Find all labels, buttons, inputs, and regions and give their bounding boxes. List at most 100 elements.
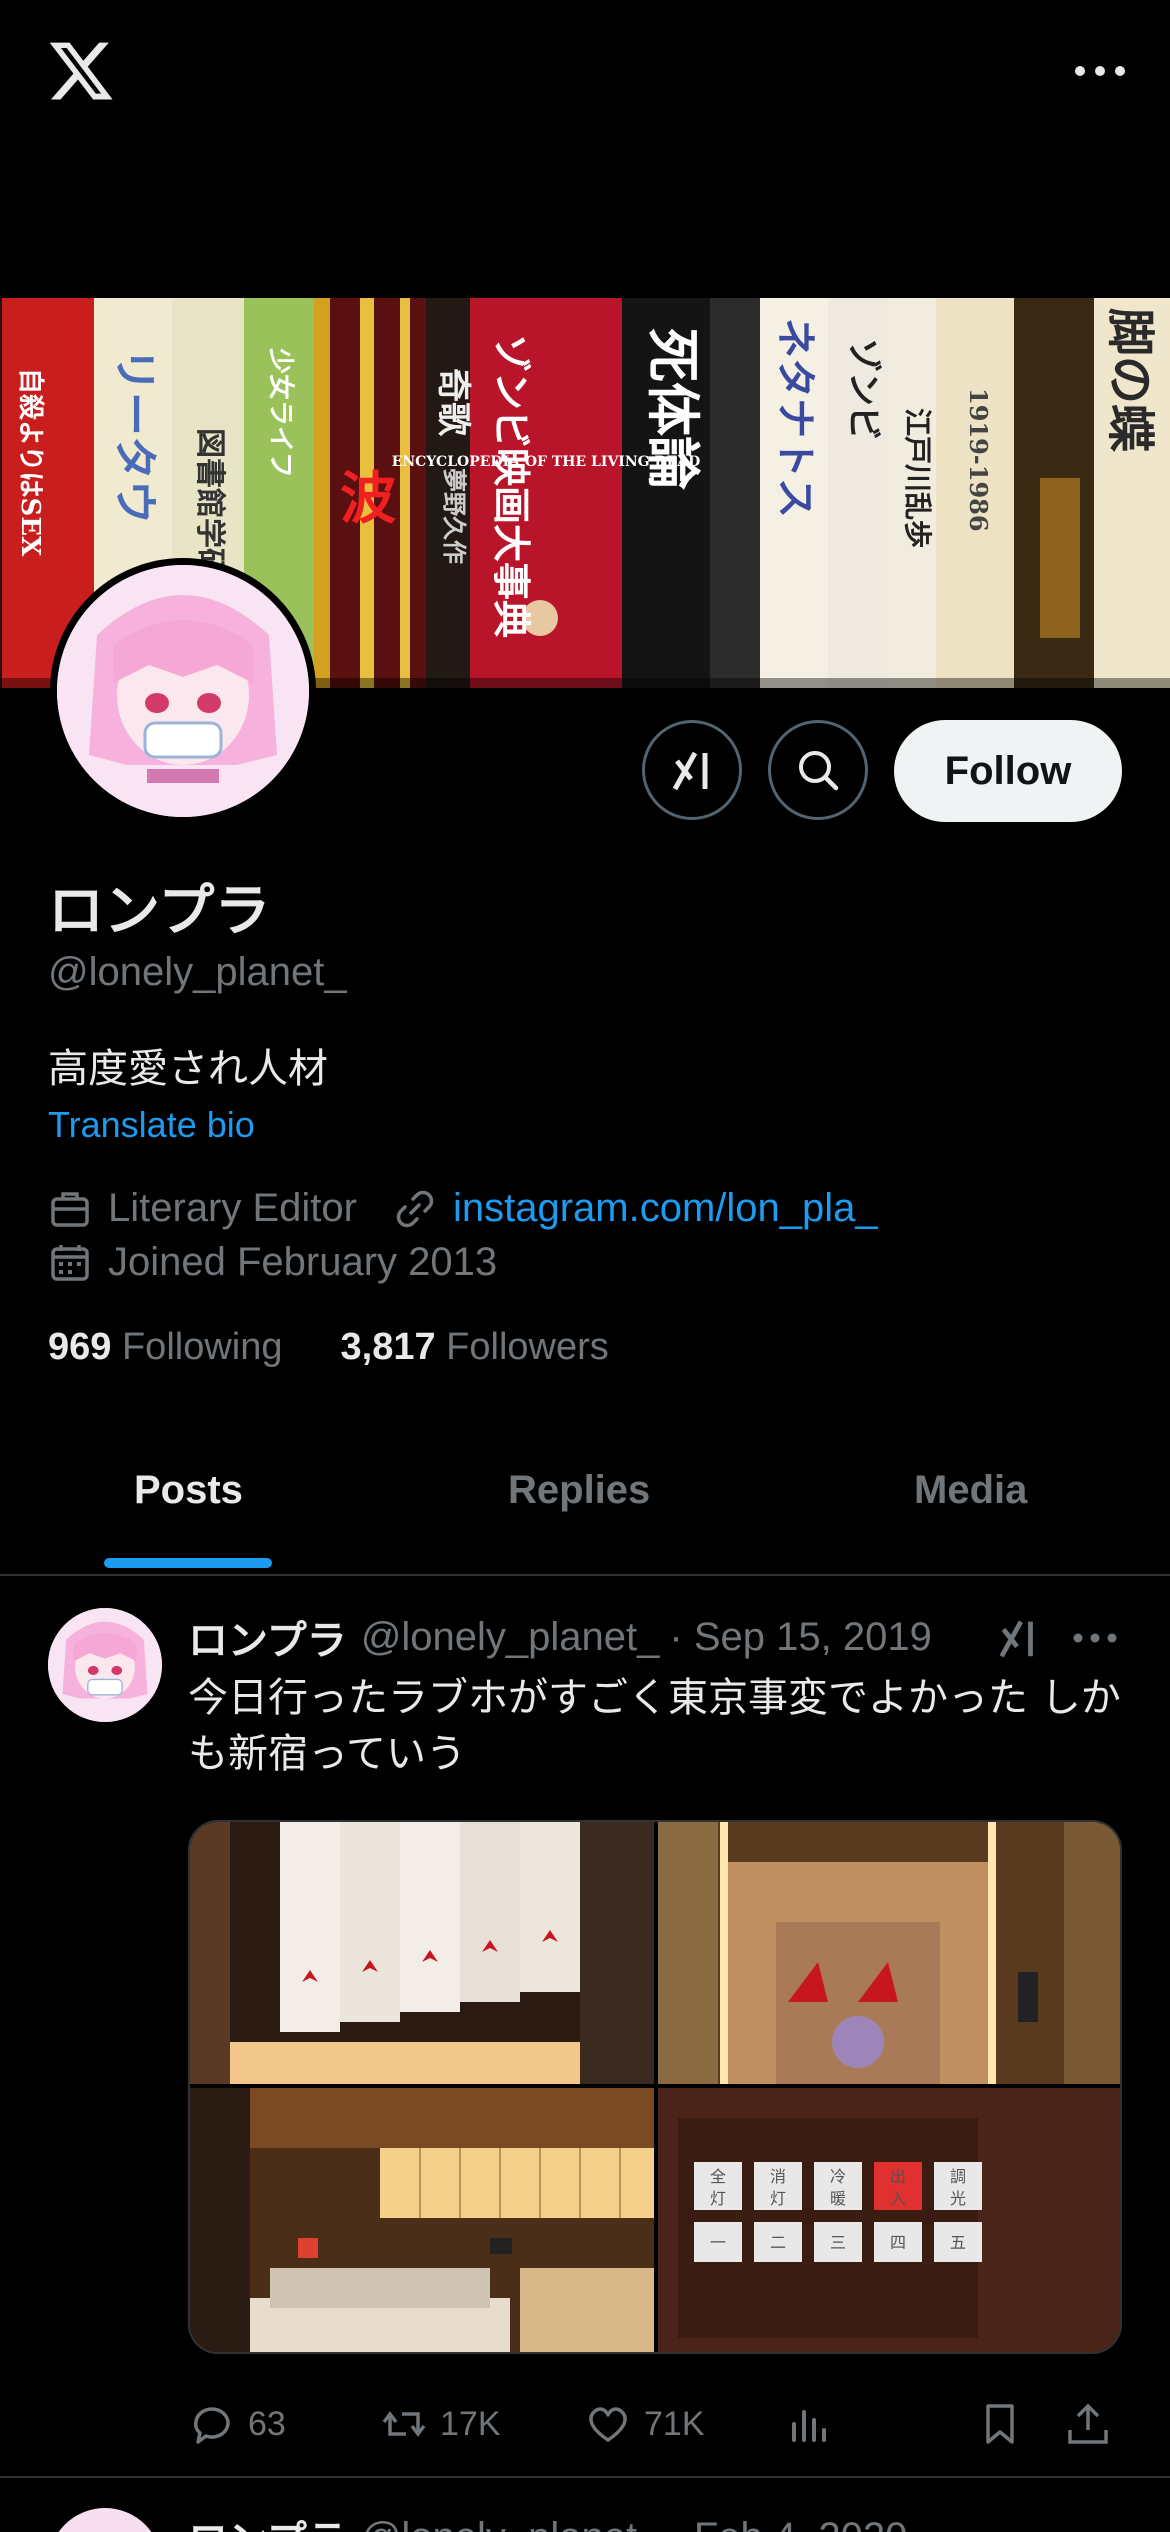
more-horizontal-icon[interactable]	[1070, 1628, 1120, 1648]
like-action[interactable]: 71K	[584, 2400, 705, 2448]
svg-text:脚の蝶: 脚の蝶	[1102, 308, 1158, 453]
profile-bio: 高度愛され人材	[48, 1046, 328, 1092]
svg-text:ネタナトス: ネタナトス	[772, 318, 819, 518]
post-card[interactable]: ロンプラ @lonely_planet_ · Sep 15, 2019 今日行っ…	[0, 1578, 1170, 2478]
svg-text:奇歌: 奇歌	[433, 368, 473, 437]
svg-text:五: 五	[950, 2233, 966, 2252]
svg-text:ゾンビ映画大事典: ゾンビ映画大事典	[489, 334, 534, 638]
grok-icon	[672, 751, 708, 791]
share-action[interactable]	[1064, 2400, 1124, 2448]
svg-text:波: 波	[340, 466, 396, 532]
svg-text:全: 全	[710, 2167, 726, 2186]
following-count: 969	[48, 1326, 112, 1368]
follow-stats: 969 Following 3,817 Followers	[48, 1326, 609, 1369]
svg-text:灯: 灯	[770, 2189, 786, 2208]
svg-text:少女ライフ: 少女ライフ	[265, 347, 296, 478]
post-author-name[interactable]: ロンプラ	[188, 2508, 347, 2532]
profile-avatar[interactable]	[50, 558, 316, 824]
svg-text:1919-1986: 1919-1986	[964, 388, 993, 532]
views-action[interactable]	[784, 2400, 844, 2448]
svg-text:リータウ: リータウ	[109, 348, 160, 524]
media-photo-3[interactable]	[190, 2088, 654, 2352]
svg-text:江戸川乱歩: 江戸川乱歩	[901, 408, 934, 548]
analytics-icon	[792, 2410, 826, 2442]
x-logo-icon[interactable]	[44, 36, 118, 106]
tab-posts[interactable]: Posts	[134, 1468, 243, 1513]
profile-website-link[interactable]: instagram.com/lon_pla_	[453, 1186, 878, 1231]
avatar-illustration	[57, 565, 309, 817]
search-icon	[799, 751, 839, 791]
post-header: ロンプラ @lonely_planet_ · Sep 15, 2019	[188, 1608, 932, 1666]
svg-text:暖: 暖	[830, 2189, 846, 2208]
post-header: ロンプラ @lonely_planet_ · Feb 4, 2020	[188, 2508, 907, 2532]
next-post-card[interactable]: ロンプラ @lonely_planet_ · Feb 4, 2020	[0, 2480, 1170, 2532]
profile-display-name: ロンプラ	[48, 879, 271, 944]
followers-stat[interactable]: 3,817 Followers	[341, 1326, 609, 1369]
svg-text:一: 一	[710, 2233, 726, 2252]
svg-text:調: 調	[950, 2167, 966, 2186]
profile-joined-row: Joined February 2013	[48, 1240, 497, 1285]
grok-button[interactable]	[642, 720, 742, 820]
post-action-bar: 63 17K 71K	[188, 2400, 1122, 2456]
bookmark-action[interactable]	[976, 2400, 1036, 2448]
media-photo-4[interactable]: 全 消 冷 出 調 灯 灯 暖 入 光 一 二 三 四 五	[658, 2088, 1120, 2352]
switch-panel-photo: 全 消 冷 出 調 灯 灯 暖 入 光 一 二 三 四 五	[658, 2088, 1120, 2352]
post-date[interactable]: · Feb 4, 2020	[669, 2515, 907, 2532]
briefcase-icon	[51, 1191, 89, 1227]
tab-media[interactable]: Media	[914, 1468, 1027, 1513]
top-bar	[0, 0, 1170, 150]
translate-bio-link[interactable]: Translate bio	[48, 1104, 255, 1146]
heart-icon	[589, 2407, 627, 2442]
following-label: Following	[121, 1326, 283, 1368]
post-date[interactable]: · Sep 15, 2019	[669, 1615, 931, 1660]
followers-count: 3,817	[340, 1326, 436, 1368]
reply-count: 63	[248, 2404, 286, 2443]
svg-text:二: 二	[770, 2233, 786, 2252]
search-button[interactable]	[768, 720, 868, 820]
followers-label: Followers	[446, 1326, 609, 1368]
bookmark-icon	[986, 2404, 1014, 2444]
door-photo	[658, 1822, 1120, 2084]
profile-tabs: Posts Replies Media	[0, 1440, 1170, 1576]
post-author-handle[interactable]: @lonely_planet_	[361, 1615, 660, 1660]
bedroom-photo	[190, 2088, 654, 2352]
reply-icon	[193, 2407, 230, 2444]
profile-handle: @lonely_planet_	[48, 950, 347, 994]
svg-text:三: 三	[830, 2233, 846, 2252]
profile-joined-date: Joined February 2013	[108, 1240, 498, 1284]
post-text: 今日行ったラブホがすごく東京事変でよかった しかも新宿っていう	[188, 1675, 1121, 1777]
svg-text:自殺よりはSEX: 自殺よりはSEX	[15, 368, 46, 557]
post-media-grid[interactable]: 全 消 冷 出 調 灯 灯 暖 入 光 一 二 三 四 五	[188, 1820, 1122, 2354]
tab-replies[interactable]: Replies	[508, 1468, 650, 1513]
link-icon	[396, 1190, 434, 1227]
repost-action[interactable]: 17K	[380, 2400, 501, 2448]
reply-action[interactable]: 63	[188, 2400, 286, 2448]
more-horizontal-icon[interactable]	[1070, 56, 1130, 86]
svg-text:入: 入	[890, 2189, 906, 2208]
svg-text:夢野久作: 夢野久作	[440, 468, 469, 564]
profile-meta-row: Literary Editor instagram.com/lon_pla_	[48, 1186, 878, 1231]
curtains-photo	[190, 1822, 654, 2084]
svg-text:消: 消	[770, 2167, 786, 2186]
svg-text:光: 光	[950, 2189, 966, 2208]
calendar-icon	[51, 1244, 89, 1281]
svg-text:冷: 冷	[830, 2167, 846, 2186]
follow-button[interactable]: Follow	[894, 720, 1122, 822]
media-photo-1[interactable]	[190, 1822, 654, 2084]
svg-text:出: 出	[890, 2167, 906, 2186]
post-author-handle[interactable]: @lonely_planet_	[361, 2515, 660, 2532]
profile-profession: Literary Editor	[108, 1186, 357, 1230]
avatar-illustration	[48, 1608, 162, 1722]
post-author-avatar[interactable]	[48, 1608, 162, 1722]
svg-text:四: 四	[890, 2233, 906, 2252]
repost-count: 17K	[440, 2404, 501, 2443]
active-tab-indicator	[104, 1558, 272, 1568]
media-photo-2[interactable]	[658, 1822, 1120, 2084]
like-count: 71K	[644, 2404, 705, 2443]
repost-icon	[382, 2411, 426, 2437]
post-author-name[interactable]: ロンプラ	[188, 1608, 347, 1666]
svg-text:灯: 灯	[710, 2189, 726, 2208]
grok-icon[interactable]	[994, 1614, 1042, 1662]
following-stat[interactable]: 969 Following	[48, 1326, 283, 1369]
post-author-avatar[interactable]	[48, 2508, 162, 2532]
